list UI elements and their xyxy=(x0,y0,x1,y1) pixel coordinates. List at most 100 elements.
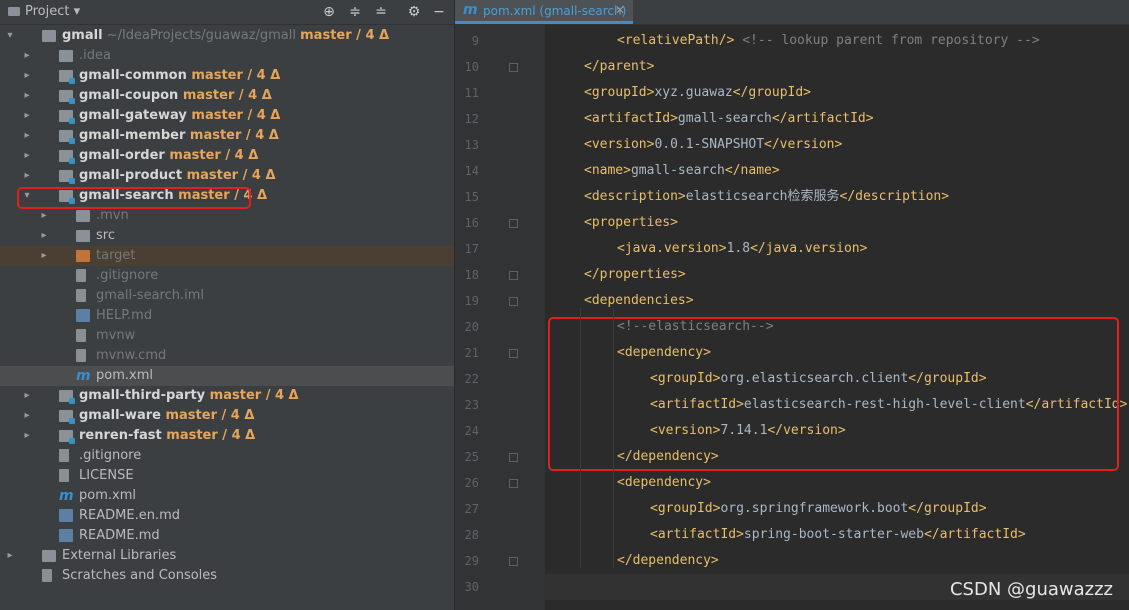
xml-text: spring-boot-starter-web xyxy=(743,527,924,542)
tree-item-gmall-product[interactable]: ▸ gmall-product master / 4 Δ xyxy=(0,166,454,186)
xml-tag: <properties> xyxy=(584,215,678,230)
tree-item-text: gmall-order master / 4 Δ xyxy=(79,146,258,166)
crosshair-icon[interactable]: ⊕ xyxy=(320,3,338,21)
minimize-icon[interactable]: − xyxy=(430,3,448,21)
folder-icon xyxy=(42,30,56,42)
tree-item-text: mvnw.cmd xyxy=(96,346,166,366)
tree-item-renren-fast[interactable]: ▸ renren-fast master / 4 Δ xyxy=(0,426,454,446)
folder-icon xyxy=(76,230,90,242)
module-folder-icon xyxy=(59,130,75,144)
chevron-right-icon[interactable]: ▸ xyxy=(21,166,33,186)
folder-icon xyxy=(76,210,90,222)
line-number: 23 xyxy=(464,398,479,412)
line-number: 13 xyxy=(464,138,479,152)
fold-marker-icon[interactable] xyxy=(509,557,518,566)
tree-item-src[interactable]: ▸ src xyxy=(0,226,454,246)
tree-item-text: gmall-third-party master / 4 Δ xyxy=(79,386,299,406)
tree-item-gmall-coupon[interactable]: ▸ gmall-coupon master / 4 Δ xyxy=(0,86,454,106)
line-number: 16 xyxy=(464,216,479,230)
fold-marker-icon[interactable] xyxy=(509,479,518,488)
excluded-folder-icon xyxy=(76,250,90,262)
chevron-right-icon[interactable]: ▸ xyxy=(21,146,33,166)
xml-text: elasticsearch检索服务 xyxy=(685,189,840,204)
tree-item-gmall-common[interactable]: ▸ gmall-common master / 4 Δ xyxy=(0,66,454,86)
chevron-right-icon[interactable]: ▸ xyxy=(21,406,33,426)
tree-item-label: .gitignore xyxy=(96,268,159,283)
xml-text: org.springframework.boot xyxy=(720,501,909,516)
tree-item-idea[interactable]: ▸ .idea xyxy=(0,46,454,66)
file-icon xyxy=(76,289,86,302)
tree-item-gmall-third-party[interactable]: ▸ gmall-third-party master / 4 Δ xyxy=(0,386,454,406)
tree-item-scratches-and-consoles[interactable]: Scratches and Consoles xyxy=(0,566,454,586)
fold-marker-icon[interactable] xyxy=(509,219,518,228)
tree-item-gmall-search-iml[interactable]: gmall-search.iml xyxy=(0,286,454,306)
chevron-right-icon[interactable]: ▸ xyxy=(4,546,16,566)
tree-item-readme-en-md[interactable]: README.en.md xyxy=(0,506,454,526)
project-view-selector[interactable]: Project ▾ xyxy=(8,4,80,19)
chevron-right-icon[interactable]: ▸ xyxy=(21,46,33,66)
xml-tag: </artifactId> xyxy=(771,111,874,126)
tree-item-gmall-gateway[interactable]: ▸ gmall-gateway master / 4 Δ xyxy=(0,106,454,126)
chevron-right-icon[interactable]: ▸ xyxy=(38,206,50,226)
tree-item-external-libraries[interactable]: ▸ External Libraries xyxy=(0,546,454,566)
tree-item-readme-md[interactable]: README.md xyxy=(0,526,454,546)
xml-tag: </parent> xyxy=(584,59,655,74)
code-line: <version>0.0.1-SNAPSHOT</version> xyxy=(584,132,842,158)
chevron-right-icon[interactable]: ▸ xyxy=(38,246,50,266)
line-number: 14 xyxy=(464,164,479,178)
chevron-right-icon[interactable]: ▸ xyxy=(21,86,33,106)
tree-item-gmall-ware[interactable]: ▸ gmall-ware master / 4 Δ xyxy=(0,406,454,426)
tree-item-label: README.md xyxy=(79,528,160,543)
maven-icon: m xyxy=(59,488,74,504)
file-icon xyxy=(59,449,69,462)
code-line: </properties> xyxy=(584,262,686,288)
tree-item-gitignore[interactable]: .gitignore xyxy=(0,266,454,286)
tree-item-gmall[interactable]: ▾ gmall ~/IdeaProjects/guawaz/gmall maste… xyxy=(0,26,454,46)
chevron-down-icon[interactable]: ▾ xyxy=(4,26,16,46)
xml-text: 0.0.1-SNAPSHOT xyxy=(654,137,765,152)
highlight-box-dependency xyxy=(548,317,1119,471)
file-icon xyxy=(59,469,69,482)
chevron-right-icon[interactable]: ▸ xyxy=(21,426,33,446)
tree-item-gmall-member[interactable]: ▸ gmall-member master / 4 Δ xyxy=(0,126,454,146)
chevron-right-icon[interactable]: ▸ xyxy=(21,106,33,126)
chevron-right-icon[interactable]: ▸ xyxy=(21,126,33,146)
tree-item-gmall-order[interactable]: ▸ gmall-order master / 4 Δ xyxy=(0,146,454,166)
tree-item-mvnw[interactable]: mvnw xyxy=(0,326,454,346)
chevron-right-icon[interactable]: ▸ xyxy=(38,226,50,246)
tree-item-target[interactable]: ▸ target xyxy=(0,246,454,266)
tree-item-mvnw-cmd[interactable]: mvnw.cmd xyxy=(0,346,454,366)
chevron-right-icon[interactable]: ▸ xyxy=(21,386,33,406)
tree-item-gitignore[interactable]: .gitignore xyxy=(0,446,454,466)
fold-marker-icon[interactable] xyxy=(509,63,518,72)
fold-marker-icon[interactable] xyxy=(509,349,518,358)
chevron-right-icon[interactable]: ▸ xyxy=(21,66,33,86)
collapse-icon[interactable]: ≑ xyxy=(346,3,364,21)
tree-item-pom-xml[interactable]: m pom.xml xyxy=(0,486,454,506)
tree-item-mvn[interactable]: ▸ .mvn xyxy=(0,206,454,226)
tree-item-text: gmall-ware master / 4 Δ xyxy=(79,406,254,426)
tree-item-label: src xyxy=(96,228,115,243)
tree-item-license[interactable]: LICENSE xyxy=(0,466,454,486)
xml-tag: </dependency> xyxy=(617,553,719,568)
tree-item-label: mvnw.cmd xyxy=(96,348,167,363)
git-branch-label: master / 4 Δ xyxy=(182,168,276,183)
tree-item-help-md[interactable]: HELP.md xyxy=(0,306,454,326)
fold-marker-icon[interactable] xyxy=(509,297,518,306)
close-icon[interactable]: ✕ xyxy=(615,3,625,17)
tab-bar: m pom.xml (gmall-search) ✕ xyxy=(455,0,1129,25)
tree-item-pom-xml[interactable]: m pom.xml xyxy=(0,366,454,386)
project-path: ~/IdeaProjects/guawaz/gmall xyxy=(102,28,301,43)
tab-pom-xml[interactable]: m pom.xml (gmall-search) ✕ xyxy=(455,0,633,24)
maven-icon: m xyxy=(463,2,478,18)
tree-item-text: gmall-gateway master / 4 Δ xyxy=(79,106,280,126)
gear-icon[interactable]: ⚙ xyxy=(405,3,423,21)
fold-marker-icon[interactable] xyxy=(509,271,518,280)
code-line: <dependencies> xyxy=(584,288,694,314)
fold-marker-icon[interactable] xyxy=(509,453,518,462)
code-line: <description>elasticsearch检索服务</descript… xyxy=(584,184,949,210)
tree-item-label: External Libraries xyxy=(62,548,177,563)
expand-icon[interactable]: ≐ xyxy=(372,3,390,21)
line-number: 30 xyxy=(464,580,479,594)
git-branch-label: master / 4 Δ xyxy=(178,88,272,103)
